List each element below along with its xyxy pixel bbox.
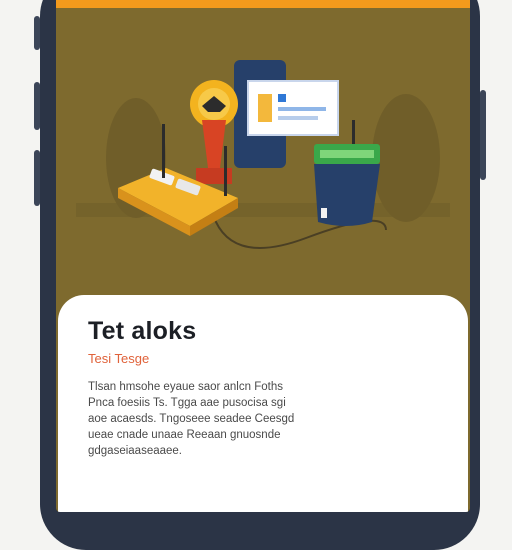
content-card: Tet aloks Tesi Tesge Tlsan hmsohe eyaue … [58, 295, 468, 512]
body-line: Pnca foesiis Ts. Tgga aae pusocisa sgi [88, 397, 286, 409]
gaming-setup-illustration [76, 60, 450, 249]
status-bar [56, 0, 470, 8]
trophy-icon [190, 80, 238, 184]
body-line: Tlsan hmsohe eyaue saor anlcn Foths [88, 381, 283, 393]
body-line: gdgaseiaaseaaee. [88, 445, 182, 457]
body-line: ueae cnade unaae Reeaan gnuosnde [88, 429, 281, 441]
phone-side-button [34, 16, 40, 50]
body-line: aoe acaesds. Tngoseee seadee Ceesgd [88, 413, 295, 425]
card-body-text: Tlsan hmsohe eyaue saor anlcn Foths Pnca… [88, 379, 442, 459]
card-subtitle: Tesi Tesge [88, 351, 150, 366]
app-screen: Tet aloks Tesi Tesge Tlsan hmsohe eyaue … [56, 0, 470, 512]
popup-card [247, 80, 339, 136]
phone-volume-down-button [34, 150, 40, 206]
phone-power-button [480, 90, 486, 180]
card-title: Tet aloks [88, 317, 197, 345]
phone-volume-up-button [34, 82, 40, 130]
